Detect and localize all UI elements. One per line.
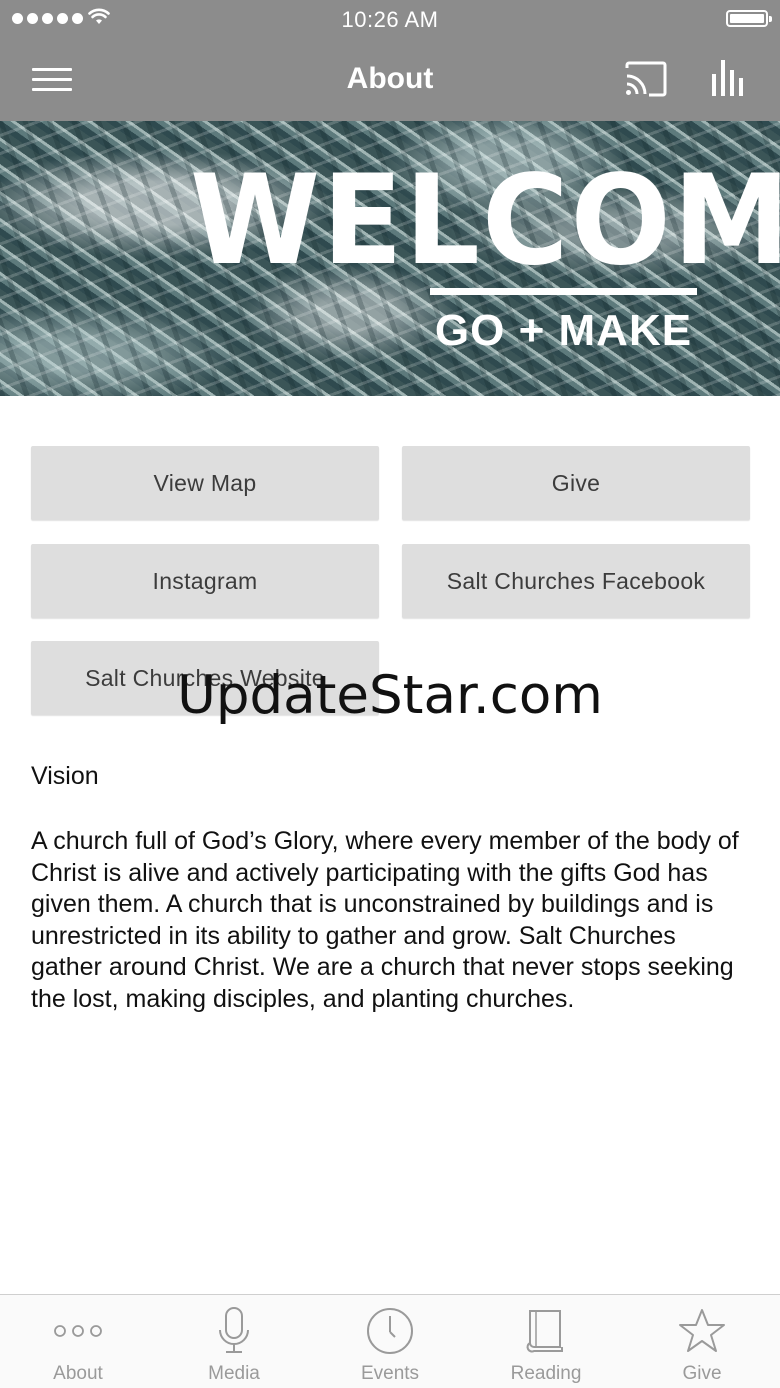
banner-divider [430, 288, 697, 295]
more-dots-icon [54, 1325, 102, 1337]
clock-icon [367, 1308, 413, 1354]
give-button[interactable]: Give [402, 446, 750, 520]
tab-give[interactable]: Give [624, 1295, 780, 1388]
instagram-button[interactable]: Instagram [31, 544, 379, 618]
tab-label: About [53, 1363, 103, 1384]
tab-label: Reading [510, 1363, 582, 1384]
stats-icon[interactable] [710, 58, 748, 98]
nav-bar: About [0, 40, 780, 121]
view-map-button[interactable]: View Map [31, 446, 379, 520]
vision-text: A church full of God’s Glory, where ever… [31, 827, 739, 1013]
tab-about[interactable]: About [0, 1295, 156, 1388]
vision-heading: Vision [31, 762, 99, 790]
tab-label: Events [360, 1363, 420, 1384]
status-time: 10:26 AM [341, 7, 439, 32]
top-bar: 10:26 AM About [0, 0, 780, 121]
tab-label: Media [208, 1363, 260, 1384]
banner-headline: WELCOME [190, 147, 780, 293]
status-bar: 10:26 AM [0, 0, 780, 40]
battery-icon [726, 10, 772, 27]
watermark: UpdateStar.com [177, 665, 603, 726]
microphone-icon [219, 1307, 249, 1353]
star-icon [679, 1309, 725, 1352]
book-icon [526, 1310, 563, 1353]
tab-events[interactable]: Events [312, 1295, 468, 1388]
tab-label: Give [682, 1363, 722, 1384]
tab-bar: About Media Events Reading Give [0, 1294, 780, 1388]
banner-tagline: GO + MAKE [434, 306, 693, 355]
tab-media[interactable]: Media [156, 1295, 312, 1388]
facebook-button[interactable]: Salt Churches Facebook [402, 544, 750, 618]
tab-reading[interactable]: Reading [468, 1295, 624, 1388]
cast-icon[interactable] [624, 60, 668, 98]
welcome-banner-image: WELCOME GO + MAKE [0, 121, 780, 396]
